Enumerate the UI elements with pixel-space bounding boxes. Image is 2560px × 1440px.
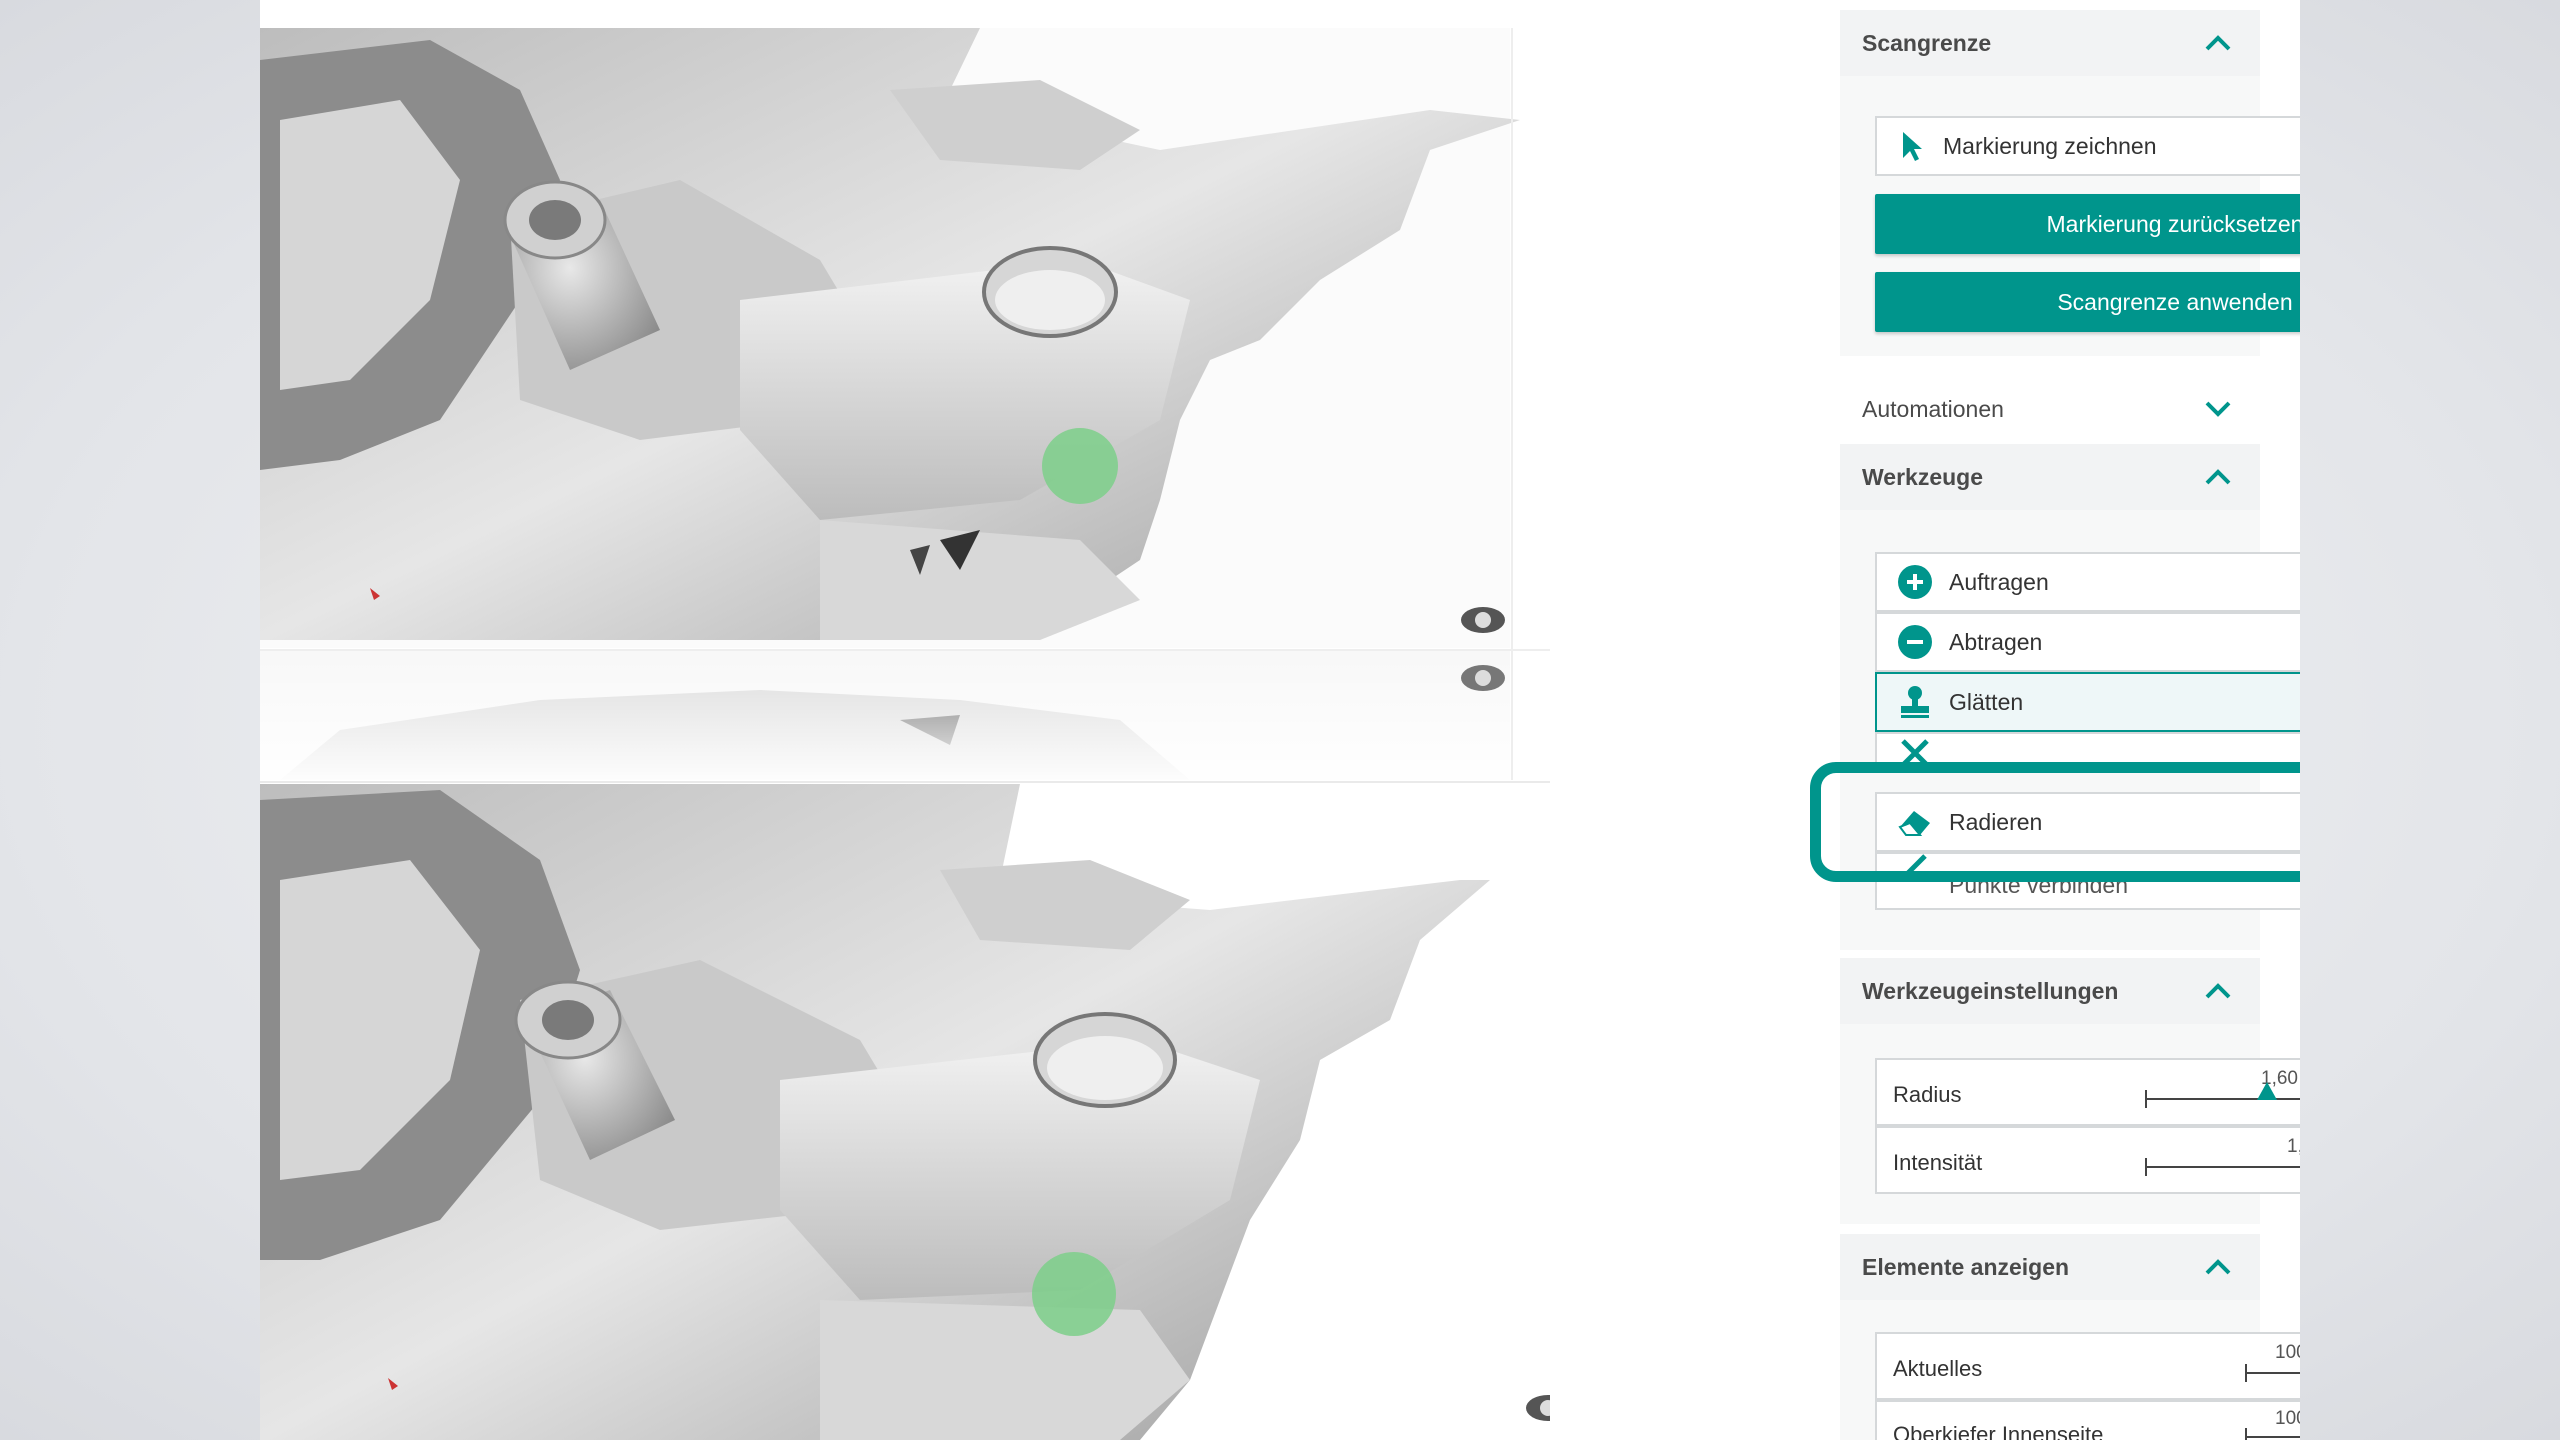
tool-label: Auftragen <box>1949 568 2049 595</box>
tool-label: Punkte verbinden <box>1949 872 2129 898</box>
section-elemente-anzeigen-header[interactable]: Elemente anzeigen <box>1840 1234 2260 1300</box>
element-opacity-slider[interactable] <box>2245 1428 2300 1440</box>
element-row-aktuelles: Aktuelles 100% <box>1875 1332 2300 1400</box>
cursor-arrow-icon <box>1901 130 1923 162</box>
app-frame: Scangrenze Markierung zeichnen Markierun… <box>260 0 2300 1440</box>
scan-bottom-view[interactable] <box>260 784 1550 1440</box>
3d-viewport[interactable] <box>260 0 1550 1440</box>
plus-circle-icon <box>1895 562 1935 602</box>
element-opacity-value: 100% <box>2275 1342 2300 1363</box>
section-werkzeugeinstellungen-header[interactable]: Werkzeugeinstellungen <box>1840 958 2260 1024</box>
element-opacity-value: 100% <box>2275 1408 2300 1429</box>
element-label: Oberkiefer Innenseite <box>1893 1422 2104 1440</box>
section-title: Elemente anzeigen <box>1862 1253 2070 1280</box>
stamp-icon <box>1895 682 1935 722</box>
eraser-icon <box>1895 802 1935 842</box>
scan-top-view[interactable] <box>260 28 1520 648</box>
apply-scan-boundary-button[interactable]: Scangrenze anwenden <box>1875 272 2300 332</box>
scissors-icon <box>1895 734 1935 772</box>
tool-punkte-verbinden[interactable]: Punkte verbinden <box>1875 852 2300 910</box>
intensitaet-slider[interactable] <box>2145 1158 2300 1176</box>
chevron-down-icon[interactable] <box>2204 395 2232 423</box>
radius-slider-thumb[interactable] <box>2257 1082 2278 1100</box>
section-title: Werkzeugeinstellungen <box>1862 977 2119 1004</box>
chevron-up-icon[interactable] <box>2204 463 2232 491</box>
tool-label: Glätten <box>1949 688 2024 715</box>
section-title: Automationen <box>1862 395 2004 422</box>
brush-cursor <box>1032 1252 1116 1336</box>
tool-label: Radieren <box>1949 808 2043 835</box>
scan-render[interactable] <box>260 0 1550 1440</box>
intensitaet-value: 1,00 <box>2287 1136 2300 1157</box>
element-opacity-slider[interactable] <box>2245 1364 2300 1382</box>
section-title: Werkzeuge <box>1862 463 1984 490</box>
side-panel: Scangrenze Markierung zeichnen Markierun… <box>1550 0 2300 1440</box>
tool-glaetten[interactable]: Glätten <box>1875 672 2300 732</box>
radius-slider[interactable] <box>2145 1082 2300 1108</box>
radius-slider-row: Radius 1,60 mm <box>1875 1058 2300 1126</box>
eye-icon[interactable] <box>1526 1395 1550 1421</box>
element-label: Aktuelles <box>1893 1356 1983 1381</box>
minus-circle-icon <box>1895 622 1935 662</box>
tool-label: Abtragen <box>1949 628 2043 655</box>
tool-auftragen[interactable]: Auftragen <box>1875 552 2300 612</box>
pen-icon <box>1895 854 1935 886</box>
chevron-up-icon[interactable] <box>2204 977 2232 1005</box>
tool-radieren[interactable]: Radieren <box>1875 792 2300 852</box>
section-werkzeuge-header[interactable]: Werkzeuge <box>1840 444 2260 510</box>
section-title: Scangrenze <box>1862 29 1992 56</box>
element-row-oberkiefer: Oberkiefer Innenseite 100% <box>1875 1400 2300 1440</box>
chevron-up-icon[interactable] <box>2204 1253 2232 1281</box>
reset-marking-button[interactable]: Markierung zurücksetzen <box>1875 194 2300 254</box>
section-scangrenze-header[interactable]: Scangrenze <box>1840 10 2260 76</box>
draw-marking-label: Markierung zeichnen <box>1943 132 2157 159</box>
eye-icon[interactable] <box>1461 665 1505 691</box>
section-automationen-header[interactable]: Automationen <box>1840 376 2260 442</box>
chevron-up-icon[interactable] <box>2204 29 2232 57</box>
tool-abtragen[interactable]: Abtragen <box>1875 612 2300 672</box>
eye-icon[interactable] <box>1461 607 1505 633</box>
radius-label: Radius <box>1893 1082 1962 1107</box>
tool-hidden-row[interactable] <box>1875 732 2300 772</box>
intensitaet-slider-row: Intensität 1,00 <box>1875 1126 2300 1194</box>
intensitaet-label: Intensität <box>1893 1150 1983 1175</box>
draw-marking-button[interactable]: Markierung zeichnen <box>1875 116 2300 176</box>
brush-cursor <box>1042 428 1118 504</box>
